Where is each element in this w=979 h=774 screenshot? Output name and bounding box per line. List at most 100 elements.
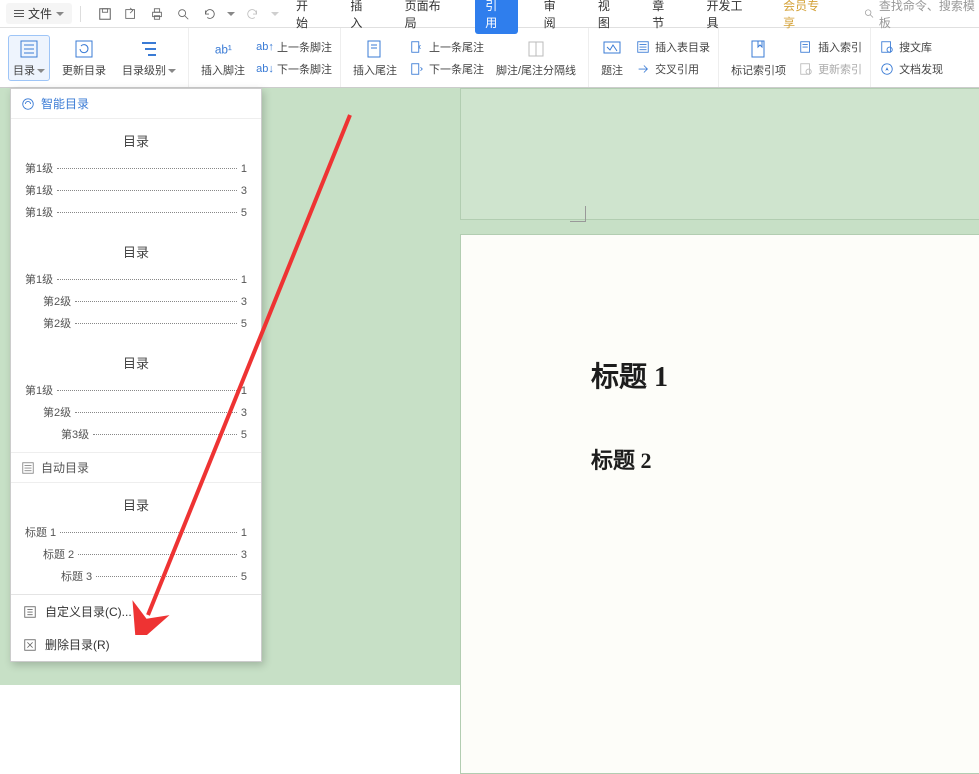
endnote-nav: 上一条尾注 下一条尾注 <box>409 39 484 77</box>
update-toc-icon <box>73 38 95 60</box>
heading-2[interactable]: 标题 2 <box>591 443 899 475</box>
ribbon: 目录 更新目录 目录级别 ab¹ 插入脚注 ab↑上一条脚注 ab↓下一条脚注 … <box>0 28 979 88</box>
auto-toc-icon <box>21 461 35 475</box>
fig-toc-icon <box>635 39 651 55</box>
index-tools: 插入索引 更新索引 <box>798 39 862 77</box>
insert-index-icon <box>798 39 814 55</box>
mark-index-label: 标记索引项 <box>731 62 786 78</box>
ribbon-group-footnote: ab¹ 插入脚注 ab↑上一条脚注 ab↓下一条脚注 <box>189 28 341 87</box>
compass-icon <box>879 61 895 77</box>
ribbon-group-index: 标记索引项 插入索引 更新索引 <box>719 28 871 87</box>
update-index-label: 更新索引 <box>818 61 862 77</box>
update-toc-button[interactable]: 更新目录 <box>58 36 110 80</box>
ribbon-tabs: 开始 插入 页面布局 引用 审阅 视图 章节 开发工具 会员专享 查找命令、搜索… <box>0 0 979 28</box>
search-lib-button[interactable]: 搜文库 <box>879 39 943 55</box>
toc-line: 第2级5 <box>25 315 247 331</box>
toc-preset-3[interactable]: 目录 第1级1 第2级3 第3级5 <box>11 341 261 452</box>
search-placeholder: 查找命令、搜索模板 <box>879 0 979 31</box>
toc-line: 第1级5 <box>25 204 247 220</box>
endnote-icon <box>364 38 386 60</box>
search-icon <box>864 8 875 20</box>
toc-dropdown-panel: 智能目录 目录 第1级1 第1级3 第1级5 目录 第1级1 第2级3 第2级5… <box>10 88 262 662</box>
next-footnote-button[interactable]: ab↓下一条脚注 <box>257 61 332 77</box>
toc-label: 目录 <box>13 62 45 78</box>
custom-toc-label: 自定义目录(C)... <box>45 603 132 620</box>
insert-index-button[interactable]: 插入索引 <box>798 39 862 55</box>
toc-line: 第1级1 <box>25 271 247 287</box>
insert-endnote-button[interactable]: 插入尾注 <box>349 36 401 80</box>
toc-line: 第2级3 <box>25 293 247 309</box>
cross-ref-icon <box>635 61 651 77</box>
toc-line: 第3级5 <box>25 426 247 442</box>
update-index-icon <box>798 61 814 77</box>
prev-endnote-button[interactable]: 上一条尾注 <box>409 39 484 55</box>
update-index-button: 更新索引 <box>798 61 862 77</box>
ribbon-group-toc: 目录 更新目录 目录级别 <box>0 28 189 87</box>
next-endnote-button[interactable]: 下一条尾注 <box>409 61 484 77</box>
insert-footnote-button[interactable]: ab¹ 插入脚注 <box>197 36 249 80</box>
insert-endnote-label: 插入尾注 <box>353 62 397 78</box>
prev-footnote-button[interactable]: ab↑上一条脚注 <box>257 39 332 55</box>
toc-level-button[interactable]: 目录级别 <box>118 36 180 80</box>
toc-title: 目录 <box>25 131 247 150</box>
doc-discover-label: 文档发现 <box>899 61 943 77</box>
custom-toc-icon <box>23 605 37 619</box>
custom-toc-button[interactable]: 自定义目录(C)... <box>11 595 261 628</box>
auto-toc-header: 自动目录 <box>11 452 261 483</box>
page-1-bottom <box>460 88 979 220</box>
next-footnote-label: 下一条脚注 <box>277 61 332 77</box>
page-2[interactable]: 标题 1 标题 2 <box>460 234 979 774</box>
next-endnote-icon <box>409 61 425 77</box>
ribbon-group-lib: 搜文库 文档发现 <box>871 28 951 87</box>
ribbon-group-endnote: 插入尾注 上一条尾注 下一条尾注 脚注/尾注分隔线 <box>341 28 589 87</box>
toc-line: 标题 23 <box>25 546 247 562</box>
toc-title: 目录 <box>25 242 247 261</box>
toc-level-label: 目录级别 <box>122 62 176 78</box>
toc-line: 标题 11 <box>25 524 247 540</box>
toc-title: 目录 <box>25 495 247 514</box>
next-footnote-icon: ab↓ <box>257 61 273 77</box>
prev-endnote-icon <box>409 39 425 55</box>
insert-index-label: 插入索引 <box>818 39 862 55</box>
toc-button[interactable]: 目录 <box>8 35 50 81</box>
toc-line: 第2级3 <box>25 404 247 420</box>
cross-ref-label: 交叉引用 <box>655 61 699 77</box>
delete-toc-icon <box>23 638 37 652</box>
prev-endnote-label: 上一条尾注 <box>429 39 484 55</box>
caption-icon <box>601 38 623 60</box>
toc-line: 第1级3 <box>25 182 247 198</box>
ribbon-group-caption: 题注 插入表目录 交叉引用 <box>589 28 719 87</box>
svg-text:ab¹: ab¹ <box>215 42 232 56</box>
heading-1[interactable]: 标题 1 <box>591 355 899 395</box>
insert-footnote-label: 插入脚注 <box>201 62 245 78</box>
toc-preset-2[interactable]: 目录 第1级1 第2级3 第2级5 <box>11 230 261 341</box>
toc-line: 标题 35 <box>25 568 247 584</box>
caption-label: 题注 <box>601 62 623 78</box>
caption-button[interactable]: 题注 <box>597 36 627 80</box>
delete-toc-label: 删除目录(R) <box>45 636 110 653</box>
smart-toc-header: 智能目录 <box>11 89 261 119</box>
toc-dropdown-footer: 自定义目录(C)... 删除目录(R) <box>11 594 261 661</box>
footnote-icon: ab¹ <box>212 38 234 60</box>
toc-level-icon <box>138 38 160 60</box>
command-search[interactable]: 查找命令、搜索模板 <box>864 0 979 31</box>
page-corner-mark <box>570 206 586 222</box>
toc-line: 第1级1 <box>25 160 247 176</box>
smart-toc-label: 智能目录 <box>41 95 89 112</box>
toc-preset-auto[interactable]: 目录 标题 11 标题 23 标题 35 <box>11 483 261 594</box>
toc-preset-1[interactable]: 目录 第1级1 第1级3 第1级5 <box>11 119 261 230</box>
prev-footnote-icon: ab↑ <box>257 39 273 55</box>
update-toc-label: 更新目录 <box>62 62 106 78</box>
mark-index-button[interactable]: 标记索引项 <box>727 36 790 80</box>
separator-button: 脚注/尾注分隔线 <box>492 36 580 80</box>
lib-tools: 搜文库 文档发现 <box>879 39 943 77</box>
doc-discover-button[interactable]: 文档发现 <box>879 61 943 77</box>
separator-label: 脚注/尾注分隔线 <box>496 62 576 78</box>
fig-toc-label: 插入表目录 <box>655 39 710 55</box>
delete-toc-button[interactable]: 删除目录(R) <box>11 628 261 661</box>
auto-toc-label: 自动目录 <box>41 459 89 476</box>
cross-ref-button[interactable]: 交叉引用 <box>635 61 710 77</box>
insert-fig-toc-button[interactable]: 插入表目录 <box>635 39 710 55</box>
mark-index-icon <box>748 38 770 60</box>
search-lib-label: 搜文库 <box>899 39 932 55</box>
